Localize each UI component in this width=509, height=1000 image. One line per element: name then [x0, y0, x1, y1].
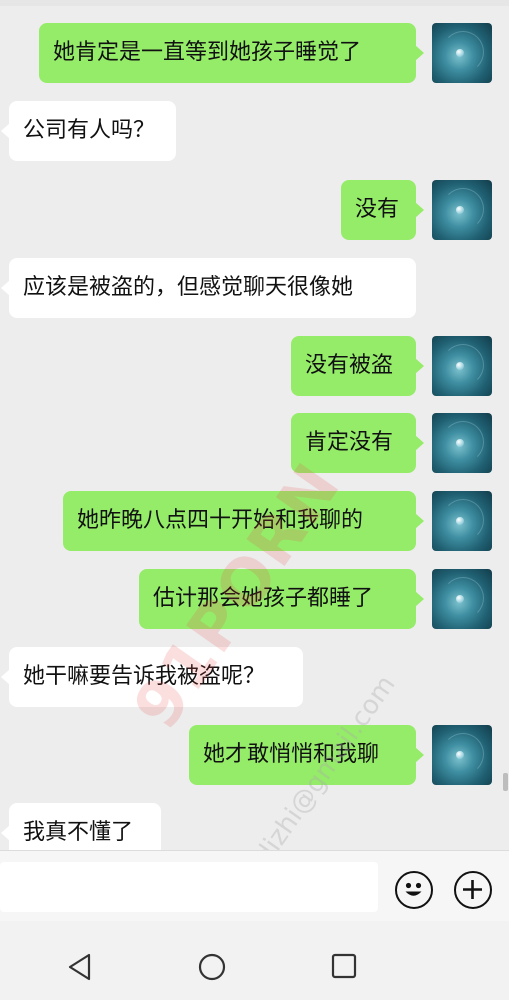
message-text: 肯定没有: [305, 430, 394, 455]
incoming-message-bubble[interactable]: 公司有人吗？: [1, 101, 176, 161]
outgoing-message-bubble[interactable]: 肯定没有: [291, 413, 424, 473]
message-text: 公司有人吗？: [23, 118, 156, 143]
chat-message-list[interactable]: 她肯定是一直等到她孩子睡觉了 公司有人吗？ 没有 应该是被盗的，但感觉聊天很像她…: [0, 0, 509, 850]
message-text: 应该是被盗的，但感觉聊天很像她: [23, 275, 354, 300]
message-composer: [0, 850, 509, 921]
my-avatar[interactable]: [432, 336, 492, 396]
outgoing-message-bubble[interactable]: 她肯定是一直等到她孩子睡觉了: [39, 23, 424, 83]
my-avatar[interactable]: [432, 413, 492, 473]
message-text: 她肯定是一直等到她孩子睡觉了: [53, 40, 362, 65]
incoming-message-bubble[interactable]: 我真不懂了: [1, 803, 161, 850]
message-text: 我真不懂了: [23, 820, 134, 845]
message-text: 没有: [355, 197, 400, 222]
message-text: 估计那会她孩子都睡了: [153, 586, 374, 611]
my-avatar[interactable]: [432, 180, 492, 240]
outgoing-message-bubble[interactable]: 没有被盗: [291, 336, 424, 396]
plus-circle-icon[interactable]: [454, 871, 492, 909]
outgoing-message-bubble[interactable]: 没有: [341, 180, 424, 240]
message-text: 她昨晚八点四十开始和我聊的: [77, 508, 364, 533]
my-avatar[interactable]: [432, 23, 492, 83]
nav-home-icon[interactable]: [197, 952, 227, 982]
incoming-message-bubble[interactable]: 应该是被盗的，但感觉聊天很像她: [1, 258, 416, 318]
system-navigation-bar: [0, 921, 509, 1000]
emoji-smile-icon[interactable]: [395, 871, 433, 909]
message-text: 她干嘛要告诉我被盗呢？: [23, 664, 266, 689]
chat-scrollbar[interactable]: [503, 773, 508, 791]
nav-recent-icon[interactable]: [330, 952, 358, 980]
outgoing-message-bubble[interactable]: 她昨晚八点四十开始和我聊的: [63, 491, 424, 551]
my-avatar[interactable]: [432, 569, 492, 629]
my-avatar[interactable]: [432, 491, 492, 551]
message-input[interactable]: [0, 862, 378, 912]
outgoing-message-bubble[interactable]: 估计那会她孩子都睡了: [139, 569, 424, 629]
incoming-message-bubble[interactable]: 她干嘛要告诉我被盗呢？: [1, 647, 303, 707]
outgoing-message-bubble[interactable]: 她才敢悄悄和我聊: [189, 725, 424, 785]
my-avatar[interactable]: [432, 725, 492, 785]
nav-back-icon[interactable]: [66, 952, 94, 982]
message-text: 她才敢悄悄和我聊: [203, 742, 380, 767]
message-text: 没有被盗: [305, 353, 394, 378]
